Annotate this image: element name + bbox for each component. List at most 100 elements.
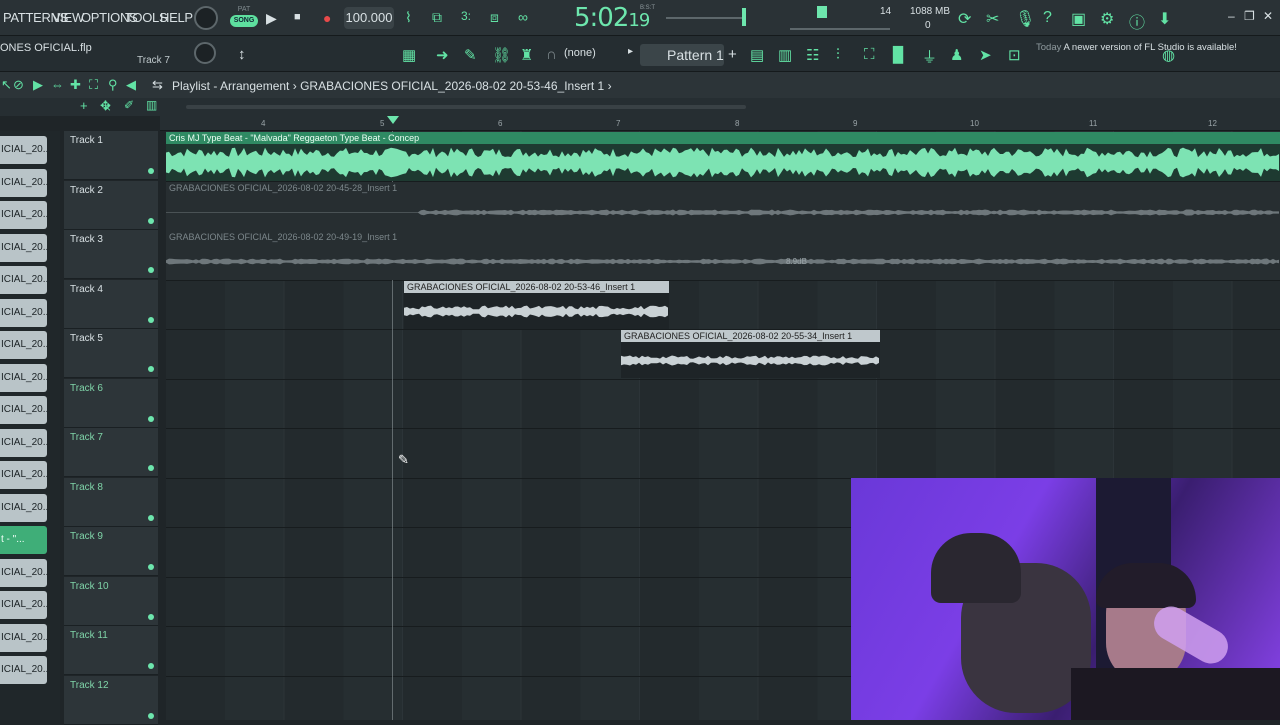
master-pitch-slider[interactable] (666, 17, 744, 19)
pen-icon[interactable]: ✐ (124, 98, 134, 112)
pattern-selector[interactable]: Pattern 1 (640, 44, 724, 66)
menu-view[interactable]: VIEW (52, 10, 84, 25)
plug-icon[interactable]: ⏚ (922, 46, 937, 67)
pattern-prev-icon[interactable]: ▸ (628, 46, 633, 57)
track-mute-led[interactable] (148, 712, 154, 719)
globe-icon[interactable]: ◍ (1162, 46, 1175, 64)
picker-item[interactable]: ICIAL_20.. (0, 558, 47, 587)
picker-item[interactable]: ICIAL_20.. (0, 461, 47, 489)
mixer-icon[interactable]: ⫶ (836, 46, 840, 63)
arrow-icon[interactable]: ↕ (238, 46, 246, 63)
help-icon[interactable]: ? (1043, 9, 1052, 27)
picker-item[interactable]: ICIAL_20.. (0, 233, 47, 262)
pitch-knob[interactable] (194, 42, 216, 64)
plugin-icon[interactable]: ⚙ (1100, 9, 1114, 29)
menu-help[interactable]: HELP (160, 10, 193, 25)
add-track-icon[interactable]: + (80, 98, 88, 113)
track-header[interactable]: Track 2 (64, 180, 158, 230)
piano-icon[interactable]: ▦ (402, 46, 416, 64)
pat-song-toggle[interactable]: PAT SONG (230, 5, 258, 31)
forward-icon[interactable]: ➜ (436, 46, 449, 64)
magnet-icon[interactable]: ∩ (546, 46, 557, 63)
loop-record-icon[interactable]: ⧈ (490, 9, 499, 26)
brush-icon[interactable]: ✎ (464, 46, 477, 64)
picker-item[interactable]: ICIAL_20.. (0, 493, 47, 522)
tempo-display[interactable]: 100.000 (344, 7, 394, 29)
track-header[interactable]: Track 7 (64, 428, 158, 477)
track-mute-led[interactable] (148, 613, 154, 620)
cart-icon[interactable]: ⊡ (1008, 46, 1021, 64)
clip-recording-4[interactable]: GRABACIONES OFICIAL_2026-08-02 20-55-34_… (621, 330, 880, 378)
picker-item[interactable]: ICIAL_20.. (0, 656, 47, 684)
playlist-icon[interactable]: ▤ (750, 46, 764, 64)
clip-beat[interactable]: Cris MJ Type Beat - "Malvada" Reggaeton … (166, 132, 1280, 181)
share-icon[interactable]: ➤ (979, 46, 992, 64)
track-header[interactable]: Track 8 (64, 477, 158, 527)
picker-item[interactable]: ICIAL_20.. (0, 363, 47, 392)
grid-icon[interactable]: ▥ (146, 98, 157, 112)
pitch-slider-handle[interactable] (742, 8, 746, 26)
picker-item[interactable]: ICIAL_20.. (0, 266, 47, 294)
countdown-icon[interactable]: ⧉ (432, 9, 442, 26)
remove-icon[interactable]: × (104, 101, 111, 115)
track-mute-led[interactable] (148, 316, 154, 323)
track-mute-led[interactable] (148, 514, 154, 521)
track-header[interactable]: Track 4 (64, 279, 158, 329)
person-icon[interactable]: ♟ (950, 46, 963, 64)
horizontal-scrollbar[interactable] (186, 105, 746, 109)
draw-tool-icon[interactable]: ↖ (1, 77, 12, 93)
save-icon[interactable]: ▣ (1071, 9, 1086, 29)
browser-icon[interactable]: ⛶ (864, 46, 875, 63)
speaker-icon[interactable]: ◀ (126, 77, 136, 93)
slice-tool-icon[interactable]: ⇔ (51, 77, 64, 92)
news-panel[interactable]: Today A newer version of FL Studio is av… (1036, 42, 1237, 54)
link-icon[interactable]: ⛓ (492, 46, 511, 64)
channel-rack-icon[interactable]: ▥ (778, 46, 792, 64)
picker-item[interactable]: ICIAL_20.. (0, 136, 47, 164)
typing-keyboard-icon[interactable]: ⌇ (405, 9, 412, 26)
zoom-rect-icon[interactable]: ⛶ (89, 77, 98, 93)
track-header[interactable]: Track 11 (64, 626, 158, 675)
track-mute-led[interactable] (148, 168, 154, 174)
snap-selector[interactable]: (none) (564, 47, 596, 59)
close-icon[interactable]: ✕ (1263, 9, 1273, 23)
picker-item[interactable]: ICIAL_20.. (0, 396, 47, 424)
picker-item[interactable]: ICIAL_20.. (0, 591, 47, 619)
select-tool-icon[interactable]: ✚ (70, 77, 81, 93)
track-header[interactable]: Track 5 (64, 329, 158, 378)
master-volume-knob[interactable] (194, 6, 218, 30)
undo-icon[interactable]: ⟳ (958, 9, 971, 29)
clip-recording-1[interactable]: GRABACIONES OFICIAL_2026-08-02 20-45-28_… (166, 182, 1280, 231)
picker-item[interactable]: ICIAL_20.. (0, 168, 47, 197)
clip-recording-3[interactable]: GRABACIONES OFICIAL_2026-08-02 20-53-46_… (404, 281, 669, 329)
piano-roll-icon[interactable]: ☷ (806, 46, 819, 64)
track-mute-led[interactable] (148, 564, 154, 570)
track-mute-led[interactable] (148, 663, 154, 669)
restore-icon[interactable]: ❐ (1244, 9, 1255, 23)
picker-item[interactable]: t - "... (0, 526, 47, 554)
playlist-menu-arrow-icon[interactable]: ⇆ (152, 77, 163, 93)
mute-tool-icon[interactable]: ⊘ (13, 77, 24, 93)
info-icon[interactable]: ⓘ (1129, 9, 1145, 33)
track-mute-led[interactable] (148, 267, 154, 273)
track-header[interactable]: Track 10 (64, 576, 158, 626)
picker-item[interactable]: ICIAL_20.. (0, 298, 47, 327)
timeline-ruler[interactable]: 4 5 6 7 8 9 10 11 12 (160, 116, 1280, 131)
blend-notes-icon[interactable]: ∞ (518, 9, 528, 25)
cut-icon[interactable]: ✂ (986, 9, 999, 29)
track-mute-led[interactable] (148, 415, 154, 422)
picker-item[interactable]: ICIAL_20.. (0, 428, 47, 457)
play-button[interactable]: ▶ (266, 10, 277, 27)
file-icon[interactable]: ▉ (893, 46, 905, 64)
playhead-marker[interactable] (387, 116, 399, 124)
track-header[interactable]: Track 1 (64, 131, 158, 180)
track-header[interactable]: Track 12 (64, 675, 158, 725)
stop-button[interactable]: ■ (294, 11, 301, 23)
track-mute-led[interactable] (148, 217, 154, 224)
track-mute-led[interactable] (148, 366, 154, 372)
stamp-icon[interactable]: ♜ (520, 46, 533, 64)
picker-item[interactable]: ICIAL_20.. (0, 201, 47, 229)
microphone-icon[interactable]: 🎙 (1015, 9, 1035, 29)
track-mute-led[interactable] (148, 465, 154, 471)
minimize-icon[interactable]: – (1228, 9, 1235, 23)
